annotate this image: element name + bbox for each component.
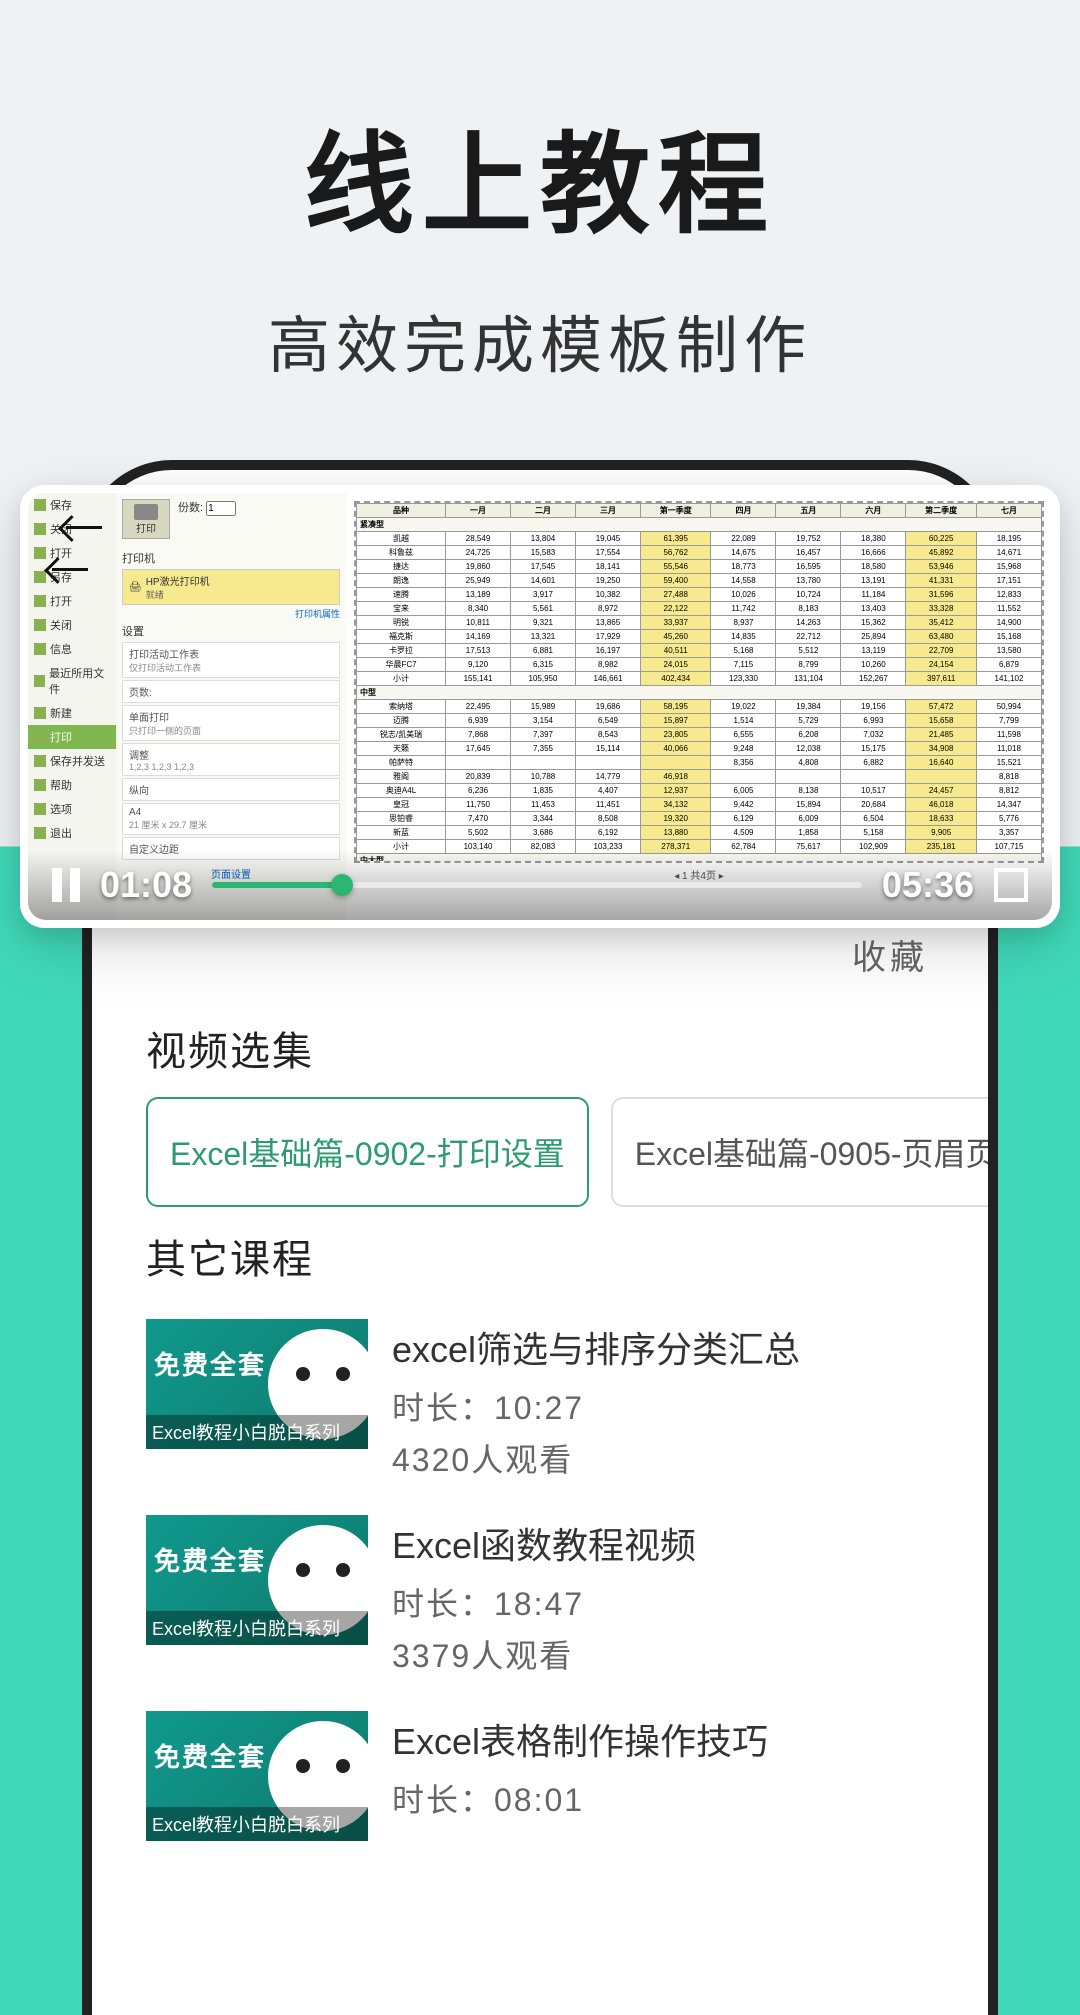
current-time: 01:08 <box>100 864 192 906</box>
course-title: excel筛选与排序分类汇总 <box>392 1321 934 1373</box>
course-thumbnail: 免费全套Excel教程小白脱白系列 <box>146 1319 368 1449</box>
course-title: Excel表格制作操作技巧 <box>392 1713 934 1765</box>
course-thumbnail: 免费全套Excel教程小白脱白系列 <box>146 1515 368 1645</box>
excel-menu-item: 退出 <box>28 821 116 845</box>
excel-menu-item: 关闭 <box>28 517 116 541</box>
fullscreen-button[interactable] <box>994 868 1028 902</box>
hero-title: 线上教程 <box>0 95 1080 255</box>
course-duration: 时长：10:27 <box>392 1383 934 1429</box>
excel-menu-item: 最近所用文件 <box>28 661 116 701</box>
hero-subtitle: 高效完成模板制作 <box>0 295 1080 385</box>
printer-select: 🖨HP激光打印机就绪 <box>122 569 340 605</box>
total-time: 05:36 <box>882 864 974 906</box>
course-views: 3379人观看 <box>392 1631 934 1677</box>
video-player-card: 保存关闭打开另存打开关闭信息最近所用文件新建打印保存并发送帮助选项退出 打印 份… <box>20 485 1060 928</box>
course-item[interactable]: 免费全套Excel教程小白脱白系列 excel筛选与排序分类汇总时长：10:27 4… <box>146 1305 934 1501</box>
course-views: 4320人观看 <box>392 1435 934 1481</box>
course-thumbnail: 免费全套Excel教程小白脱白系列 <box>146 1711 368 1841</box>
favorite-label[interactable]: 收藏 <box>92 930 988 999</box>
excel-menu-item: 另存 <box>28 565 116 589</box>
course-item[interactable]: 免费全套Excel教程小白脱白系列 Excel表格制作操作技巧时长：08:01 <box>146 1697 934 1855</box>
episodes-row: Excel基础篇-0902-打印设置 Excel基础篇-0905-页眉页 <box>92 1097 988 1207</box>
video-controls: 01:08 05:36 <box>28 850 1052 920</box>
excel-menu-item: 打开 <box>28 589 116 613</box>
excel-menu-item: 选项 <box>28 797 116 821</box>
other-courses-title: 其它课程 <box>92 1207 988 1305</box>
pause-button[interactable] <box>52 868 80 902</box>
excel-menu-item: 信息 <box>28 637 116 661</box>
course-list: 免费全套Excel教程小白脱白系列 excel筛选与排序分类汇总时长：10:27 4… <box>92 1305 988 1855</box>
course-title: Excel函数教程视频 <box>392 1517 934 1569</box>
excel-menu-item: 保存 <box>28 493 116 517</box>
course-duration: 时长：08:01 <box>392 1775 934 1821</box>
excel-menu-item: 打印 <box>28 725 116 749</box>
excel-menu-item: 关闭 <box>28 613 116 637</box>
course-duration: 时长：18:47 <box>392 1579 934 1625</box>
excel-menu-item: 帮助 <box>28 773 116 797</box>
episode-card[interactable]: Excel基础篇-0905-页眉页 <box>611 1097 988 1207</box>
course-item[interactable]: 免费全套Excel教程小白脱白系列 Excel函数教程视频时长：18:47 3379… <box>146 1501 934 1697</box>
episode-card[interactable]: Excel基础篇-0902-打印设置 <box>146 1097 589 1207</box>
excel-menu-item: 打开 <box>28 541 116 565</box>
excel-menu-item: 新建 <box>28 701 116 725</box>
copies-input <box>206 501 236 516</box>
print-button: 打印 <box>122 499 170 539</box>
progress-bar[interactable] <box>212 882 862 888</box>
excel-menu-item: 保存并发送 <box>28 749 116 773</box>
episodes-title: 视频选集 <box>92 999 988 1097</box>
